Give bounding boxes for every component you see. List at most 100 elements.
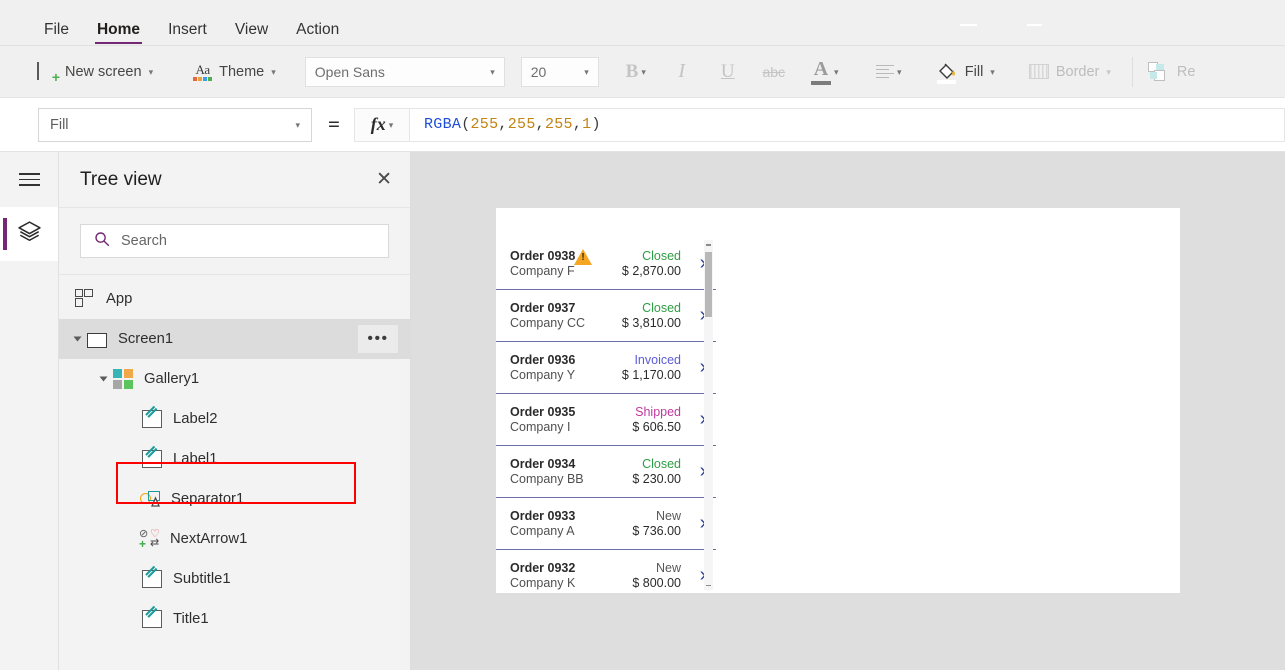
tree-row-separator1[interactable]: Separator1 bbox=[59, 479, 410, 519]
font-family-select[interactable]: Open Sans ▾ bbox=[304, 56, 505, 87]
menu-item-home[interactable]: Home bbox=[87, 21, 150, 47]
chevron-down-icon: ▾ bbox=[271, 67, 276, 77]
fill-bucket-icon bbox=[936, 60, 958, 84]
gallery-row-line1: Order 0932 New bbox=[510, 561, 690, 575]
gallery-row[interactable]: Order 0935 Shipped Company I $ 606.50 › bbox=[496, 394, 716, 446]
scroll-down-icon[interactable] bbox=[706, 584, 711, 586]
menu-item-file[interactable]: File bbox=[34, 21, 79, 47]
scrollbar-thumb[interactable] bbox=[705, 252, 712, 317]
menu-item-insert[interactable]: Insert bbox=[158, 21, 217, 47]
app-icon bbox=[75, 289, 95, 309]
window-maximize-button[interactable] bbox=[1027, 24, 1042, 26]
fill-button[interactable]: Fill ▾ bbox=[927, 52, 1004, 92]
italic-button[interactable]: I bbox=[659, 52, 705, 92]
gallery-icon bbox=[113, 369, 133, 389]
gallery-row-line2: Company A $ 736.00 bbox=[510, 524, 690, 538]
gallery-row[interactable]: Order 0938 Closed Company F $ 2,870.00 › bbox=[496, 238, 716, 290]
gallery-row[interactable]: Order 0932 New Company K $ 800.00 › bbox=[496, 550, 716, 593]
tree-row-label2[interactable]: Label2 bbox=[59, 399, 410, 439]
rail-item-tree-view[interactable] bbox=[0, 207, 58, 261]
property-select[interactable]: Fill ▾ bbox=[38, 107, 312, 142]
gallery-row[interactable]: Order 0934 Closed Company BB $ 230.00 › bbox=[496, 446, 716, 498]
gallery-row[interactable]: Order 0933 New Company A $ 736.00 › bbox=[496, 498, 716, 550]
align-icon bbox=[876, 64, 894, 79]
underline-label: U bbox=[720, 60, 735, 82]
order-amount: $ 1,170.00 bbox=[621, 368, 681, 382]
font-size-select[interactable]: 20 ▾ bbox=[520, 56, 599, 87]
tree-view-header: Tree view ✕ bbox=[59, 152, 410, 208]
gallery-row-line1: Order 0934 Closed bbox=[510, 457, 690, 471]
tree-row-subtitle1[interactable]: Subtitle1 bbox=[59, 559, 410, 599]
gallery-row-line2: Company K $ 800.00 bbox=[510, 576, 690, 590]
strikethrough-button[interactable]: abc bbox=[751, 52, 797, 92]
italic-label: I bbox=[678, 60, 686, 82]
tree-row-label: Separator1 bbox=[171, 491, 245, 507]
twisty-icon[interactable] bbox=[99, 376, 108, 382]
tree-row-title1[interactable]: Title1 bbox=[59, 599, 410, 639]
label-icon bbox=[142, 450, 162, 468]
order-status: Closed bbox=[642, 457, 681, 471]
gallery-row-text: Order 0935 Shipped Company I $ 606.50 bbox=[510, 405, 690, 434]
tree-row-app[interactable]: App bbox=[59, 279, 410, 319]
align-button[interactable]: ▾ bbox=[863, 52, 915, 92]
fx-label: fx bbox=[370, 114, 386, 134]
gallery-scrollbar[interactable] bbox=[704, 240, 713, 590]
font-family-value: Open Sans bbox=[314, 63, 385, 80]
order-title: Order 0936 bbox=[510, 353, 576, 367]
close-icon[interactable]: ✕ bbox=[376, 170, 392, 189]
font-size-value: 20 bbox=[530, 63, 547, 80]
gallery-control[interactable]: Order 0938 Closed Company F $ 2,870.00 › bbox=[496, 238, 716, 593]
layers-icon bbox=[17, 219, 42, 249]
hamburger-menu-button[interactable] bbox=[0, 152, 58, 207]
order-company: Company CC bbox=[510, 316, 586, 330]
formula-input[interactable]: RGBA(255, 255, 255, 1) bbox=[409, 107, 1285, 142]
chevron-down-icon: ▾ bbox=[295, 120, 300, 130]
tree-row-label: Label1 bbox=[173, 451, 218, 467]
tree-view-panel: Tree view ✕ Search App Screen1 ••• Galle… bbox=[59, 152, 411, 670]
border-icon bbox=[1028, 64, 1049, 79]
gallery-row-line2: Company CC $ 3,810.00 bbox=[510, 316, 690, 330]
order-company: Company F bbox=[510, 264, 575, 278]
row-overflow-button[interactable]: ••• bbox=[358, 325, 398, 353]
border-button[interactable]: Border ▾ bbox=[1020, 52, 1120, 92]
tree-row-nextarrow1[interactable]: ⊘ ♡ + ⇄ NextArrow1 bbox=[59, 519, 410, 559]
twisty-icon[interactable] bbox=[73, 336, 82, 342]
screen-icon bbox=[87, 332, 107, 348]
formula-sep-1: , bbox=[498, 116, 508, 133]
font-color-button[interactable]: A ▾ bbox=[797, 52, 853, 92]
order-company: Company BB bbox=[510, 472, 584, 486]
chevron-down-icon: ▾ bbox=[388, 120, 394, 130]
reorder-button[interactable]: Re bbox=[1139, 52, 1205, 92]
bold-button[interactable]: B ▾ bbox=[613, 52, 659, 92]
order-title: Order 0932 bbox=[510, 561, 576, 575]
chevron-down-icon: ▾ bbox=[584, 67, 589, 77]
new-screen-button[interactable]: + New screen ▾ bbox=[28, 52, 162, 92]
menu-bar: File Home Insert View Action bbox=[0, 0, 1285, 46]
order-title: Order 0935 bbox=[510, 405, 576, 419]
scroll-up-icon[interactable] bbox=[706, 244, 711, 246]
menu-item-action[interactable]: Action bbox=[286, 21, 349, 47]
fill-label: Fill bbox=[964, 63, 984, 80]
tree-row-gallery1[interactable]: Gallery1 bbox=[59, 359, 410, 399]
tree-row-label1[interactable]: Label1 bbox=[59, 439, 410, 479]
order-title: Order 0937 bbox=[510, 301, 576, 315]
theme-button[interactable]: Aa Theme ▾ bbox=[184, 52, 285, 92]
window-minimize-button[interactable] bbox=[960, 24, 977, 26]
fx-button[interactable]: fx ▾ bbox=[353, 107, 410, 142]
warning-icon bbox=[574, 249, 593, 265]
gallery-row[interactable]: Order 0937 Closed Company CC $ 3,810.00 … bbox=[496, 290, 716, 342]
underline-button[interactable]: U bbox=[705, 52, 751, 92]
font-color-letter: A bbox=[813, 57, 829, 80]
menu-item-view[interactable]: View bbox=[225, 21, 278, 47]
search-input[interactable]: Search bbox=[80, 224, 389, 258]
screen-canvas[interactable]: Order 0938 Closed Company F $ 2,870.00 › bbox=[496, 208, 1180, 593]
chevron-down-icon: ▾ bbox=[490, 67, 495, 77]
gallery-row[interactable]: Order 0936 Invoiced Company Y $ 1,170.00… bbox=[496, 342, 716, 394]
order-amount: $ 2,870.00 bbox=[621, 264, 681, 278]
order-status: New bbox=[655, 561, 681, 575]
chevron-down-icon: ▾ bbox=[148, 67, 154, 77]
tree-row-list: App Screen1 ••• Gallery1 Label2 Label1 S… bbox=[59, 275, 410, 639]
chevron-down-icon: ▾ bbox=[990, 67, 995, 77]
tree-row-screen1[interactable]: Screen1 ••• bbox=[59, 319, 410, 359]
tree-row-label: Screen1 bbox=[118, 331, 174, 347]
